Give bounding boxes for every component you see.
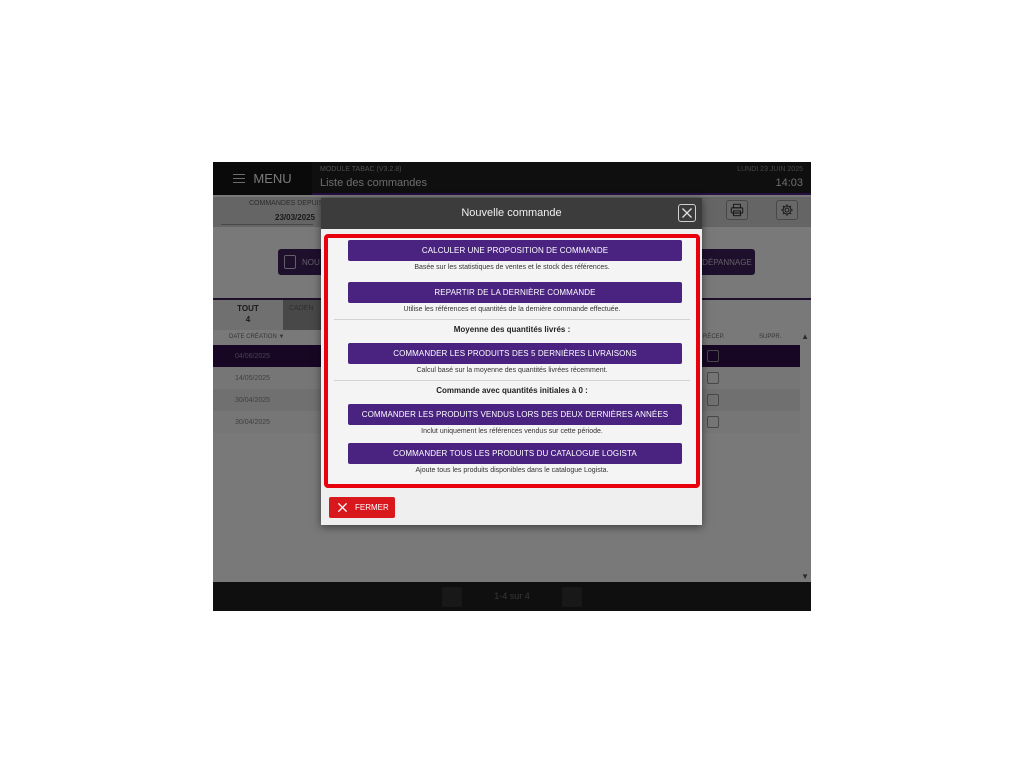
close-icon <box>337 502 348 513</box>
full-catalogue-button[interactable]: COMMANDER TOUS LES PRODUITS DU CATALOGUE… <box>348 443 682 464</box>
dialog-title: Nouvelle commande <box>461 207 562 219</box>
sold-last-two-years-button[interactable]: COMMANDER LES PRODUITS VENDUS LORS DES D… <box>348 404 682 425</box>
dialog-header: Nouvelle commande <box>321 198 702 229</box>
fermer-label: FERMER <box>355 503 389 512</box>
dialog-close-button[interactable] <box>678 204 696 222</box>
close-icon <box>682 208 692 218</box>
section-zero-title: Commande avec quantités initiales à 0 : <box>436 386 588 395</box>
last-5-deliveries-desc: Calcul basé sur la moyenne des quantités… <box>416 367 608 374</box>
divider <box>334 380 690 381</box>
section-average-title: Moyenne des quantités livrés : <box>453 325 571 334</box>
divider <box>334 319 690 320</box>
sold-last-two-years-desc: Inclut uniquement les références vendus … <box>421 428 603 435</box>
repeat-last-order-desc: Utilise les références et quantités de l… <box>403 306 621 313</box>
app-window: MENU MODULE TABAC (V3.2.8) Liste des com… <box>213 162 811 611</box>
new-order-dialog: Nouvelle commande CALCULER UNE PROPOSITI… <box>321 198 702 525</box>
last-5-deliveries-button[interactable]: COMMANDER LES PRODUITS DES 5 DERNIÈRES L… <box>348 343 682 364</box>
order-options-panel: CALCULER UNE PROPOSITION DE COMMANDE Bas… <box>324 234 700 488</box>
repeat-last-order-button[interactable]: REPARTIR DE LA DERNIÈRE COMMANDE <box>348 282 682 303</box>
full-catalogue-desc: Ajoute tous les produits disponibles dan… <box>415 467 609 474</box>
fermer-button[interactable]: FERMER <box>329 497 395 518</box>
calculate-proposal-button[interactable]: CALCULER UNE PROPOSITION DE COMMANDE <box>348 240 682 261</box>
calculate-proposal-desc: Basée sur les statistiques de ventes et … <box>414 264 610 271</box>
